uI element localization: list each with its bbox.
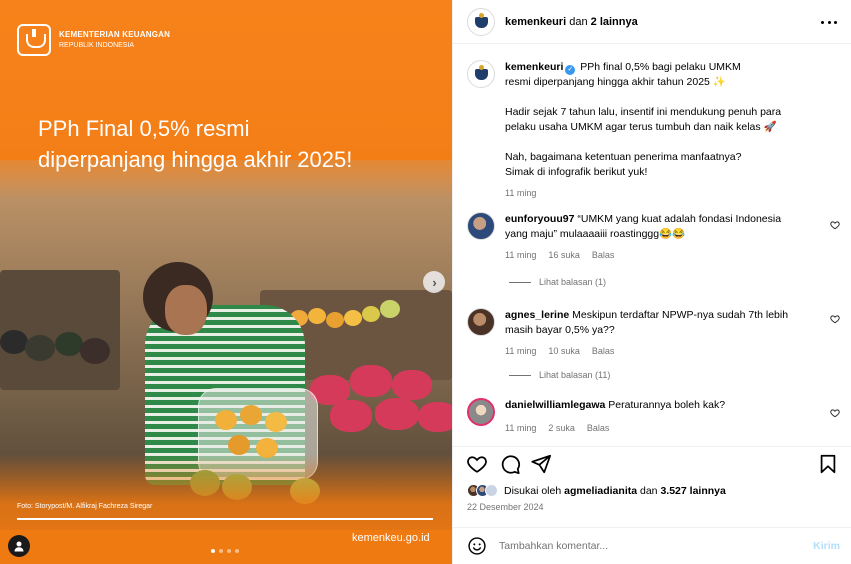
avatar[interactable] [467, 398, 495, 426]
comment-text: Meskipun terdaftar NPWP-nya sudah 7th le… [572, 309, 789, 321]
kemenkeu-logo: KEMENTERIAN KEUANGAN REPUBLIK INDONESIA [17, 24, 170, 56]
divider [17, 518, 433, 520]
comment-text: Peraturannya boleh kak? [608, 399, 726, 411]
avatar[interactable] [467, 60, 495, 88]
comment-time: 11 ming [505, 250, 537, 260]
carousel-dot [235, 549, 239, 553]
like-comment-heart-icon[interactable] [830, 408, 840, 418]
avatar [485, 484, 498, 497]
post-actions [453, 446, 851, 480]
share-send-icon[interactable] [530, 453, 552, 475]
comment-likes[interactable]: 16 suka [548, 248, 580, 263]
avatar[interactable] [467, 212, 495, 240]
comment-likes[interactable]: 2 suka [548, 421, 575, 436]
likes-summary: Disukai oleh agmeliadianita dan 3.527 la… [467, 484, 726, 497]
brand-country: REPUBLIK INDONESIA [59, 42, 135, 49]
website-label: kemenkeu.go.id [352, 532, 430, 544]
post-author: kemenkeuri dan 2 lainnya [505, 15, 638, 28]
post-media[interactable]: KEMENTERIAN KEUANGAN REPUBLIK INDONESIA … [0, 0, 452, 564]
caption-text: PPh final 0,5% bagi pelaku UMKM [580, 61, 741, 73]
carousel-dot [211, 549, 215, 553]
comment-likes[interactable]: 10 suka [548, 344, 580, 359]
kemenkeu-emblem-icon [475, 65, 488, 80]
comment-input[interactable] [499, 540, 789, 552]
save-bookmark-icon[interactable] [817, 453, 839, 475]
like-comment-heart-icon[interactable] [830, 314, 840, 324]
collaborators-link[interactable]: 2 lainnya [591, 16, 638, 28]
caption-block: kemenkeuri ✓ PPh final 0,5% bagi pelaku U… [467, 60, 825, 201]
user-icon [14, 541, 24, 552]
comment-text: “UMKM yang kuat adalah fondasi Indonesia [577, 213, 782, 225]
like-heart-icon[interactable] [466, 453, 488, 475]
carousel-next-button[interactable]: › [423, 271, 445, 293]
comment-username[interactable]: agnes_lerine [505, 309, 569, 321]
ministry-emblem-icon [17, 24, 51, 56]
post-comment-button[interactable]: Kirim [813, 540, 840, 552]
author-username[interactable]: kemenkeuri [505, 16, 566, 28]
comments-scroll-area[interactable]: kemenkeuri ✓ PPh final 0,5% bagi pelaku U… [453, 44, 851, 444]
reply-button[interactable]: Balas [592, 248, 615, 263]
brand-name: KEMENTERIAN KEUANGAN [59, 30, 171, 39]
post-header: kemenkeuri dan 2 lainnya [453, 0, 851, 44]
comment-item: eunforyouu97 “UMKM yang kuat adalah fond… [467, 212, 825, 263]
caption-username[interactable]: kemenkeuri [505, 61, 563, 73]
reply-button[interactable]: Balas [587, 421, 610, 436]
reply-button[interactable]: Balas [592, 344, 615, 359]
comment-item: danielwilliamlegawa Peraturannya boleh k… [467, 398, 825, 436]
carousel-dot [219, 549, 223, 553]
view-replies-link[interactable]: Lihat balasan (1) [509, 277, 606, 287]
avatar[interactable] [467, 7, 495, 36]
comment-time: 11 ming [505, 346, 537, 356]
comment-username[interactable]: eunforyouu97 [505, 213, 574, 225]
comment-bubble-icon[interactable] [499, 453, 521, 475]
carousel-dot [227, 549, 231, 553]
more-options-button[interactable] [821, 14, 837, 30]
carousel-indicator [211, 549, 239, 553]
likes-count-link[interactable]: 3.527 lainnya [660, 485, 725, 497]
tagged-users-button[interactable] [8, 535, 30, 557]
comment-composer: Kirim [453, 527, 851, 564]
like-comment-heart-icon[interactable] [830, 220, 840, 230]
view-replies-link[interactable]: Lihat balasan (11) [509, 370, 610, 380]
chevron-right-icon: › [432, 274, 437, 290]
caption-time: 11 ming [505, 188, 537, 198]
post-headline: PPh Final 0,5% resmi diperpanjang hingga… [38, 116, 353, 172]
comment-time: 11 ming [505, 423, 537, 433]
post-side-panel: kemenkeuri dan 2 lainnya kemenkeuri ✓ PPh… [452, 0, 851, 564]
liker-username[interactable]: agmeliadianita [564, 485, 637, 497]
avatar[interactable] [467, 308, 495, 336]
verified-badge-icon: ✓ [565, 65, 576, 75]
photo-credit: Foto: Storypost/M. Alfikraj Fachreza Sir… [17, 503, 153, 510]
comment-item: agnes_lerine Meskipun terdaftar NPWP-nya… [467, 308, 825, 359]
comment-username[interactable]: danielwilliamlegawa [505, 399, 605, 411]
post-date[interactable]: 22 Desember 2024 [467, 502, 544, 512]
instagram-post-view: KEMENTERIAN KEUANGAN REPUBLIK INDONESIA … [0, 0, 851, 564]
kemenkeu-emblem-icon [475, 12, 488, 28]
emoji-icon[interactable] [467, 536, 487, 556]
